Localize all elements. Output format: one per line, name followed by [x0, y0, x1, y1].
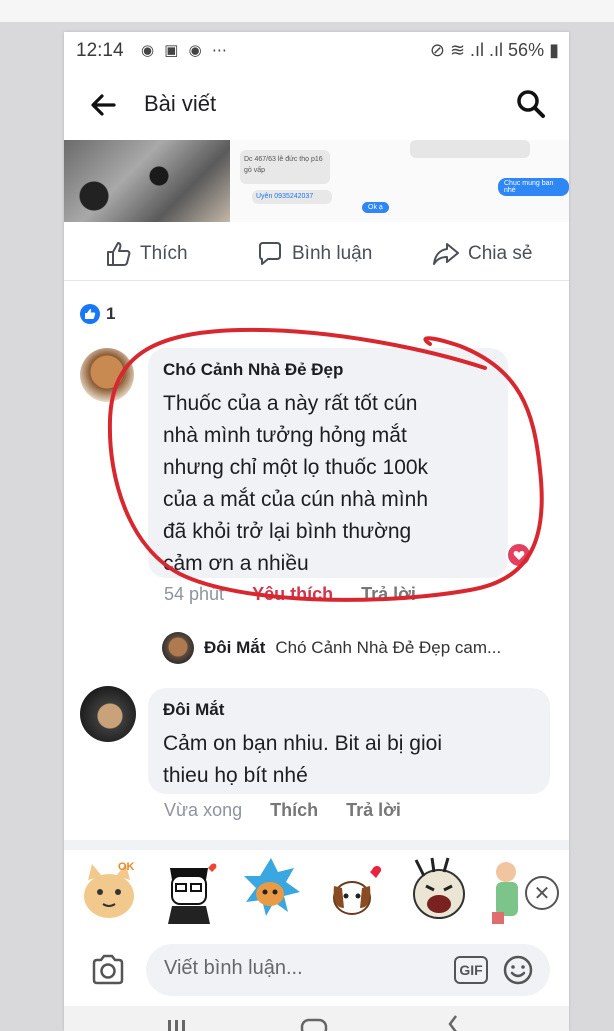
reply-button[interactable]: Trả lời [346, 800, 401, 821]
phone-screen: 12:14 ◉ ▣ ◉ ⋯ ⊘ ≋ .ıl .ıl 56% ▮ Bài viết… [64, 32, 569, 1031]
divider [64, 840, 569, 850]
avatar[interactable] [80, 686, 136, 742]
reply-snippet: Chó Cảnh Nhà Đẻ Đẹp cam... [275, 638, 502, 657]
comment-line: đã khỏi trở lại bình thường [163, 520, 412, 543]
comment-line: nhà mình tưởng hỏng mắt [163, 424, 407, 447]
gif-icon[interactable]: GIF [454, 956, 488, 984]
thumbs-up-icon [107, 242, 131, 266]
comment-text: Thuốc của a này rất tốt cún nhà mình tưở… [163, 388, 508, 580]
dog-photo [64, 140, 230, 222]
comment-time: 54 phút [164, 584, 225, 604]
back-arrow-icon[interactable] [88, 90, 118, 120]
share-button[interactable]: Chia sẻ [432, 240, 532, 268]
comment-line: cảm ơn a nhiều [163, 552, 309, 575]
back-nav-icon[interactable] [448, 1015, 457, 1031]
recent-apps-icon[interactable] [168, 1020, 185, 1031]
comment-text: Cảm on bạn nhiu. Bit ai bị gioi thieu họ… [163, 728, 548, 792]
like-label: Thích [140, 243, 188, 264]
cat-ok-sticker[interactable]: OK [78, 856, 140, 926]
comment-bubble: Chó Cảnh Nhà Đẻ Đẹp Thuốc của a này rất … [148, 348, 508, 578]
heart-reaction-icon[interactable] [506, 542, 532, 568]
chat-line: gò vấp [244, 167, 266, 174]
status-bar: 12:14 ◉ ▣ ◉ ⋯ ⊘ ≋ .ıl .ıl 56% ▮ [64, 32, 569, 72]
reaction-summary[interactable]: 1 [80, 304, 115, 324]
dog-heart-sticker[interactable] [326, 856, 388, 926]
chat-bubble [410, 140, 530, 158]
chat-line: Uyên 0935242037 [256, 193, 314, 200]
glasses-guy-sticker[interactable] [158, 856, 220, 926]
post-image[interactable]: Dc 467/63 lê đức thọ p16 gò vấp Uyên 093… [64, 140, 569, 222]
comment-bubble: Đôi Mắt Cảm on bạn nhiu. Bit ai bị gioi … [148, 688, 550, 794]
chat-bubble-blue: Ok ạ [362, 202, 389, 213]
signal-icon: ⊘ ≋ .ıl .ıl [429, 40, 504, 60]
comment-line: nhưng chỉ một lọ thuốc 100k [163, 456, 429, 479]
share-label: Chia sẻ [468, 243, 533, 264]
chat-bubble-blue: Chuc mung ban nhé [498, 178, 569, 196]
share-icon [433, 243, 459, 265]
comment-composer: Viết bình luận... GIF [64, 936, 569, 1006]
comment-line: Thuốc của a này rất tốt cún [163, 392, 418, 415]
avatar[interactable] [80, 348, 134, 402]
reaction-count: 1 [106, 304, 116, 323]
comment-author[interactable]: Đôi Mắt [163, 700, 224, 720]
emoji-icon[interactable] [502, 954, 534, 986]
reply-avatar [162, 632, 194, 664]
comment-input[interactable]: Viết bình luận... GIF [146, 944, 550, 996]
love-react-button[interactable]: Yêu thích [252, 584, 333, 605]
comment-line: thieu họ bít nhé [163, 764, 308, 787]
like-comment-button[interactable]: Thích [270, 800, 318, 821]
comment-button[interactable]: Bình luận [256, 240, 372, 268]
close-icon[interactable]: ✕ [525, 876, 559, 910]
notification-icons: ◉ ▣ ◉ ⋯ [141, 42, 230, 59]
comment-line: của a mắt của cún nhà mình [163, 488, 428, 511]
post-actions: Thích Bình luận Chia sẻ [64, 222, 569, 281]
page-title: Bài viết [144, 91, 217, 116]
app-bar: Bài viết [64, 78, 569, 134]
home-icon[interactable] [300, 1018, 328, 1031]
reply-button[interactable]: Trả lời [361, 584, 416, 605]
like-reaction-icon [80, 304, 100, 324]
comment-time: Vừa xong [164, 800, 243, 820]
chat-screenshot: Dc 467/63 lê đức thọ p16 gò vấp Uyên 093… [230, 140, 569, 222]
battery-icon: ▮ [549, 40, 559, 60]
comment-meta: Vừa xong Thích Trả lời [164, 800, 401, 821]
nav-buttons [168, 1015, 457, 1031]
comment-label: Bình luận [292, 243, 373, 264]
laughing-dog-sticker[interactable] [408, 856, 470, 926]
signal-battery: ⊘ ≋ .ıl .ıl 56% ▮ [430, 40, 559, 61]
dog-burst-sticker[interactable] [240, 856, 302, 926]
comment-author[interactable]: Chó Cảnh Nhà Đẻ Đẹp [163, 360, 343, 380]
comment-meta: 54 phút Yêu thích Trả lời [164, 584, 416, 605]
svg-text:OK: OK [118, 861, 135, 873]
status-time: 12:14 [76, 40, 124, 61]
camera-icon[interactable] [90, 952, 126, 988]
comment-line: Cảm on bạn nhiu. Bit ai bị gioi [163, 732, 442, 755]
reply-preview[interactable]: Đôi Mắt Chó Cảnh Nhà Đẻ Đẹp cam... [162, 632, 501, 664]
system-nav-bar [64, 1006, 569, 1031]
search-icon[interactable] [515, 88, 547, 120]
sticker-tray: OK ✕ [64, 850, 569, 936]
chat-line: Dc 467/63 lê đức thọ p16 [244, 156, 323, 163]
comment-icon [259, 242, 281, 265]
backdrop [0, 0, 614, 22]
like-button[interactable]: Thích [104, 240, 188, 268]
battery-percent: 56% [508, 40, 545, 60]
reply-author: Đôi Mắt [204, 638, 266, 657]
comment-placeholder: Viết bình luận... [164, 957, 303, 979]
